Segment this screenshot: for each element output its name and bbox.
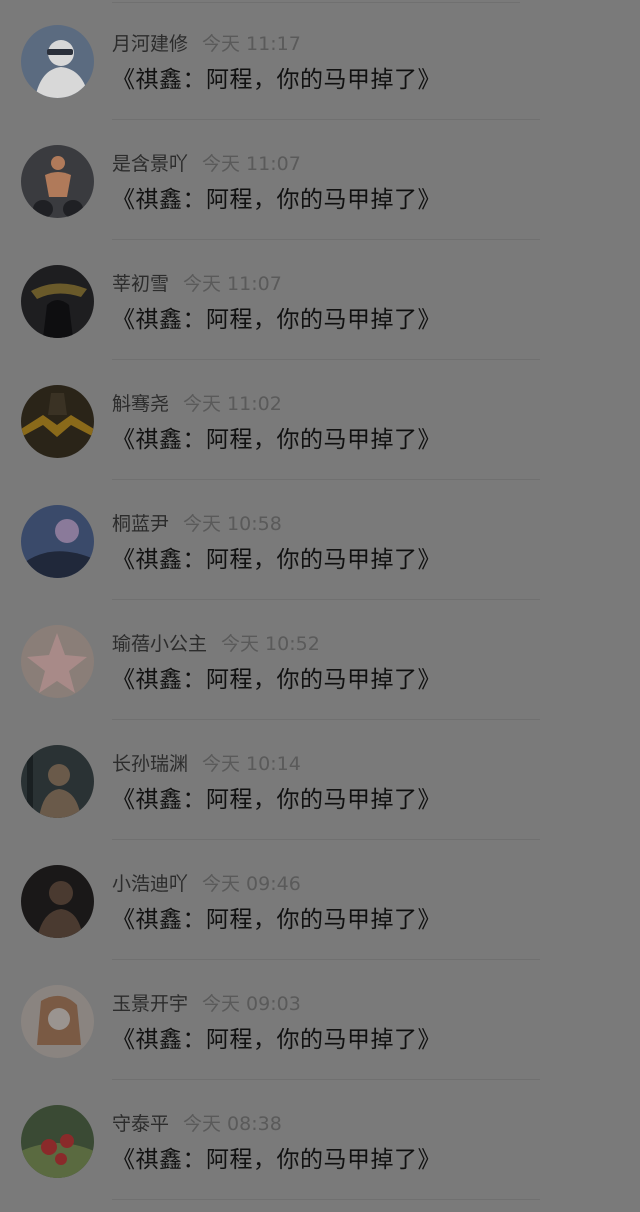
comment-item: 长孙瑞渊 今天 10:14 《祺鑫：阿程，你的马甲掉了》: [0, 720, 640, 840]
comment-text: 《祺鑫：阿程，你的马甲掉了》: [112, 427, 441, 453]
timestamp: 今天 11:02: [183, 393, 282, 415]
avatar[interactable]: [21, 505, 94, 578]
avatar[interactable]: [21, 265, 94, 338]
comment-text: 《祺鑫：阿程，你的马甲掉了》: [112, 667, 441, 693]
comment-text: 《祺鑫：阿程，你的马甲掉了》: [112, 67, 441, 93]
divider: [112, 1199, 540, 1200]
username[interactable]: 小浩迪吖: [112, 873, 188, 895]
comment-meta: 守泰平 今天 08:38: [112, 1110, 282, 1138]
username[interactable]: 长孙瑞渊: [112, 753, 188, 775]
username[interactable]: 是含景吖: [112, 153, 188, 175]
comment-text: 《祺鑫：阿程，你的马甲掉了》: [112, 1027, 441, 1053]
avatar[interactable]: [21, 1105, 94, 1178]
comment-item: 斛骞尧 今天 11:02 《祺鑫：阿程，你的马甲掉了》: [0, 360, 640, 480]
comment-text: 《祺鑫：阿程，你的马甲掉了》: [112, 1147, 441, 1173]
comment-item: 小浩迪吖 今天 09:46 《祺鑫：阿程，你的马甲掉了》: [0, 840, 640, 960]
comment-meta: 小浩迪吖 今天 09:46: [112, 870, 301, 898]
comment-meta: 玉景开宇 今天 09:03: [112, 990, 301, 1018]
comment-meta: 桐蓝尹 今天 10:58: [112, 510, 282, 538]
comment-item: 是含景吖 今天 11:07 《祺鑫：阿程，你的马甲掉了》: [0, 120, 640, 240]
timestamp: 今天 11:07: [183, 273, 282, 295]
username[interactable]: 守泰平: [112, 1113, 169, 1135]
avatar[interactable]: [21, 385, 94, 458]
comment-text: 《祺鑫：阿程，你的马甲掉了》: [112, 787, 441, 813]
comment-meta: 斛骞尧 今天 11:02: [112, 390, 282, 418]
username[interactable]: 斛骞尧: [112, 393, 169, 415]
username[interactable]: 玉景开宇: [112, 993, 188, 1015]
comment-item: 玉景开宇 今天 09:03 《祺鑫：阿程，你的马甲掉了》: [0, 960, 640, 1080]
comment-item: 莘初雪 今天 11:07 《祺鑫：阿程，你的马甲掉了》: [0, 240, 640, 360]
comment-meta: 瑜蓓小公主 今天 10:52: [112, 630, 320, 658]
timestamp: 今天 10:52: [221, 633, 320, 655]
comment-item: 瑜蓓小公主 今天 10:52 《祺鑫：阿程，你的马甲掉了》: [0, 600, 640, 720]
comment-meta: 长孙瑞渊 今天 10:14: [112, 750, 301, 778]
comment-item: 桐蓝尹 今天 10:58 《祺鑫：阿程，你的马甲掉了》: [0, 480, 640, 600]
comment-text: 《祺鑫：阿程，你的马甲掉了》: [112, 187, 441, 213]
timestamp: 今天 11:07: [202, 153, 301, 175]
comment-meta: 月河建修 今天 11:17: [112, 30, 301, 58]
username[interactable]: 桐蓝尹: [112, 513, 169, 535]
comment-text: 《祺鑫：阿程，你的马甲掉了》: [112, 307, 441, 333]
timestamp: 今天 09:03: [202, 993, 301, 1015]
avatar[interactable]: [21, 625, 94, 698]
timestamp: 今天 11:17: [202, 33, 301, 55]
username[interactable]: 月河建修: [112, 33, 188, 55]
timestamp: 今天 10:58: [183, 513, 282, 535]
comment-item: 月河建修 今天 11:17 《祺鑫：阿程，你的马甲掉了》: [0, 0, 640, 120]
avatar[interactable]: [21, 145, 94, 218]
comment-text: 《祺鑫：阿程，你的马甲掉了》: [112, 907, 441, 933]
comment-meta: 是含景吖 今天 11:07: [112, 150, 301, 178]
avatar[interactable]: [21, 865, 94, 938]
username[interactable]: 莘初雪: [112, 273, 169, 295]
avatar[interactable]: [21, 745, 94, 818]
comment-item: 守泰平 今天 08:38 《祺鑫：阿程，你的马甲掉了》: [0, 1080, 640, 1200]
timestamp: 今天 08:38: [183, 1113, 282, 1135]
timestamp: 今天 10:14: [202, 753, 301, 775]
comment-list: 月河建修 今天 11:17 《祺鑫：阿程，你的马甲掉了》 是含景吖 今天 11:07…: [0, 0, 640, 1200]
avatar[interactable]: [21, 25, 94, 98]
comment-text: 《祺鑫：阿程，你的马甲掉了》: [112, 547, 441, 573]
comment-meta: 莘初雪 今天 11:07: [112, 270, 282, 298]
timestamp: 今天 09:46: [202, 873, 301, 895]
username[interactable]: 瑜蓓小公主: [112, 633, 207, 655]
avatar[interactable]: [21, 985, 94, 1058]
